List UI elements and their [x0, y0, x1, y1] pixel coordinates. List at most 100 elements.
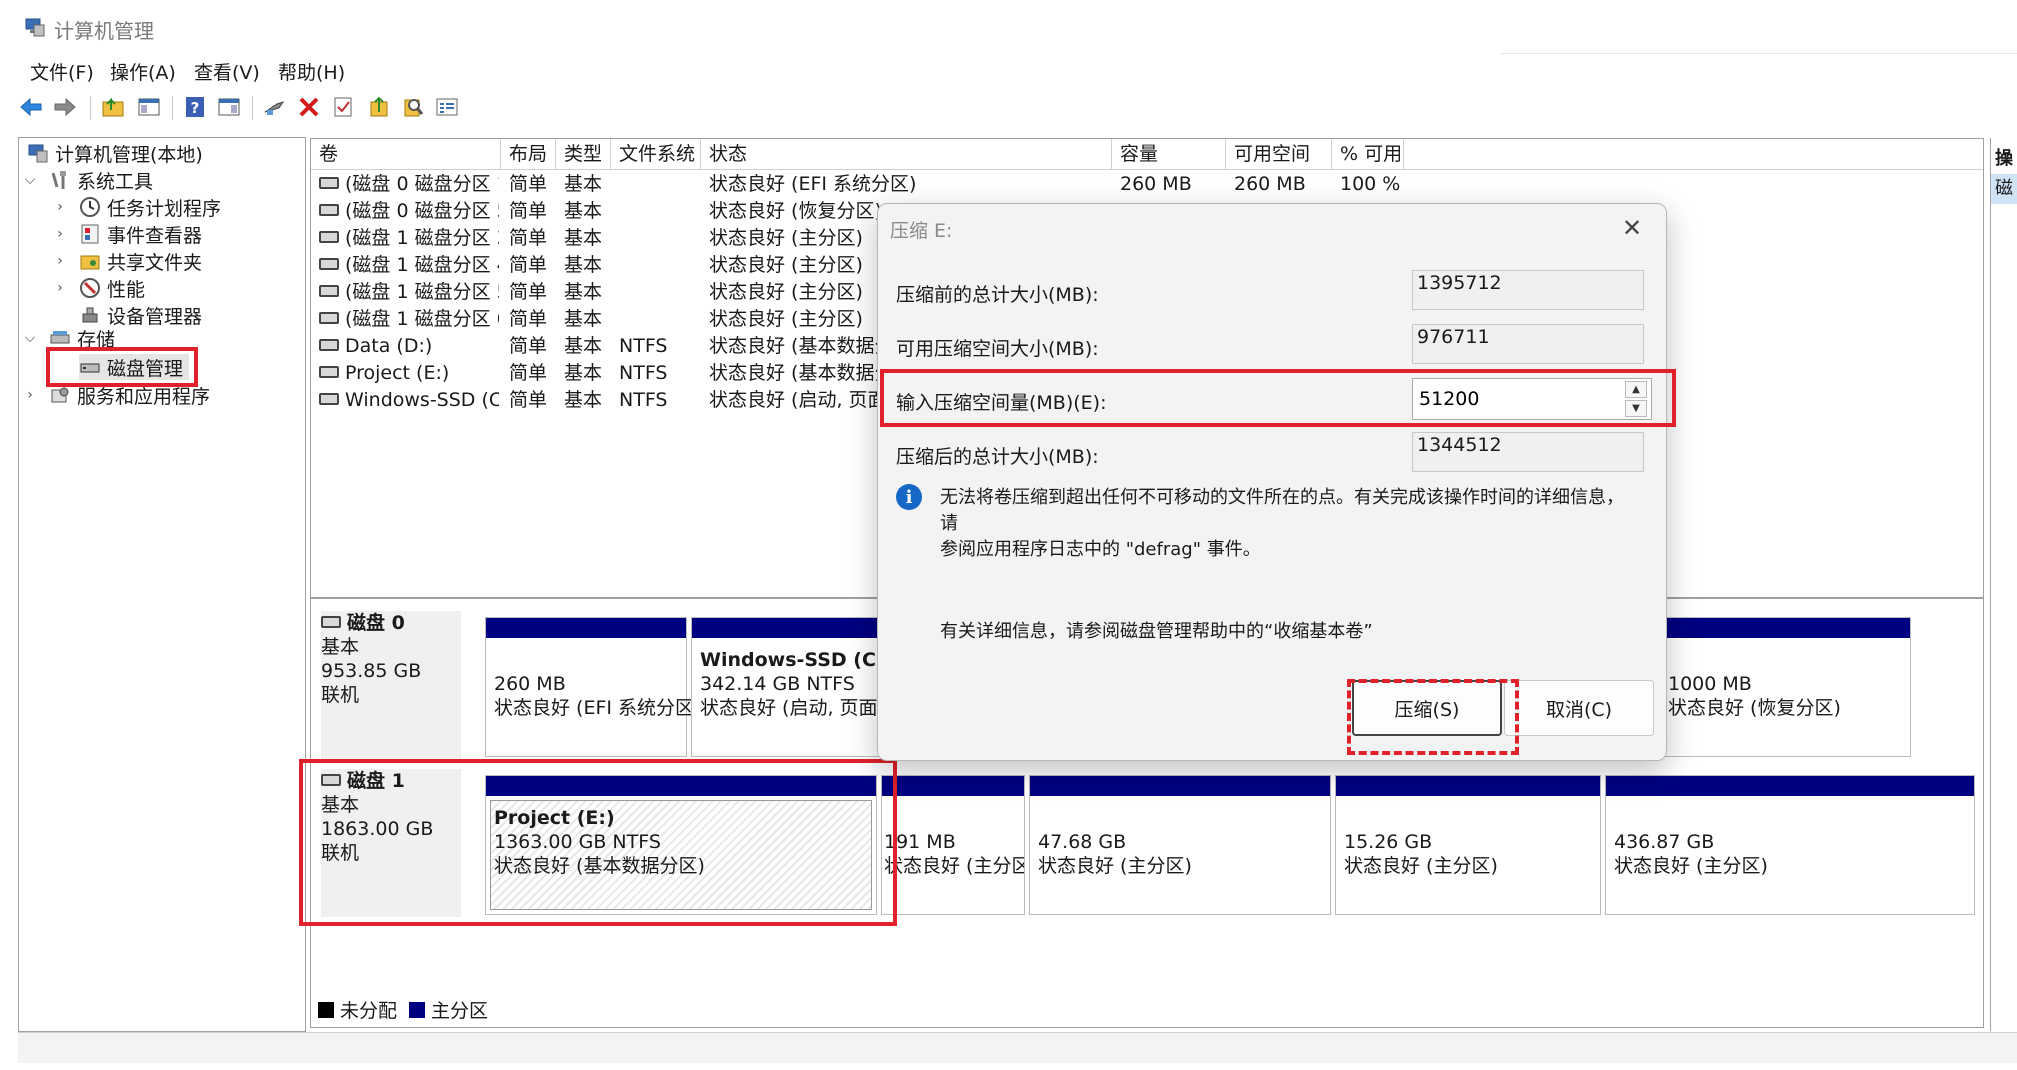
volume-value-capacity: 260 MB — [1120, 173, 1192, 195]
chevron-right-icon[interactable]: › — [53, 280, 67, 296]
volume-cell-layout: 简单 — [509, 333, 559, 360]
volume-value-status: 状态良好 (主分区) — [709, 281, 863, 303]
partition-status: 状态良好 (基本数据分区) — [494, 855, 705, 877]
disk-title: 磁盘 1 — [347, 770, 405, 792]
volume-cell-layout: 简单 — [509, 306, 559, 333]
column-header-filesystem[interactable]: 文件系统 — [611, 139, 701, 169]
chevron-right-icon[interactable]: › — [53, 253, 67, 269]
properties-icon[interactable] — [330, 94, 356, 120]
computer-management-icon — [25, 18, 45, 37]
volume-value-type: 基本 — [564, 200, 603, 222]
tree-label-device-manager: 设备管理器 — [107, 305, 203, 328]
partition-disk0-c[interactable]: Windows-SSD (C:) 342.14 GB NTFS 状态良好 (启动… — [691, 617, 897, 757]
tree-item-services[interactable]: › 服务和应用程序 — [23, 382, 210, 408]
shrink-button[interactable]: 压缩(S) — [1352, 680, 1502, 736]
list-icon[interactable] — [434, 94, 460, 120]
column-header-status[interactable]: 状态 — [701, 139, 1112, 169]
partition-status: 状态良好 (主分区) — [1344, 855, 1498, 877]
volume-cell-pct: 100 % — [1340, 171, 1410, 198]
tree-item-shared-folders[interactable]: › 共享文件夹 — [53, 248, 202, 274]
tree-item-disk-management[interactable]: 磁盘管理 — [79, 354, 190, 380]
spin-up-button[interactable]: ▲ — [1625, 381, 1647, 398]
chevron-down-icon: ▼ — [1632, 403, 1640, 414]
volume-cell-type: 基本 — [564, 387, 614, 414]
disk-kind: 基本 — [321, 794, 360, 816]
connect-icon[interactable] — [262, 94, 288, 120]
volume-cell-name: (磁盘 1 磁盘分区 4) — [319, 252, 499, 279]
toolbar: ? — [0, 92, 2017, 124]
tree-label-task-scheduler: 任务计划程序 — [107, 197, 222, 220]
tree-item-storage[interactable]: ⌵ 存储 — [23, 329, 115, 347]
disk-0-label[interactable]: 磁盘 0 基本 953.85 GB 联机 — [321, 611, 461, 759]
partition-disk1-47gb[interactable]: 47.68 GB 状态良好 (主分区) — [1029, 775, 1331, 915]
chevron-right-icon[interactable]: › — [23, 387, 37, 403]
chevron-up-icon: ▲ — [1632, 384, 1640, 395]
partition-size: 15.26 GB — [1344, 831, 1433, 853]
search-icon[interactable] — [400, 94, 426, 120]
navigation-tree: 计算机管理(本地) ⌵ 系统工具 › 任务计划程序 › 事件查看器 › 共享文件… — [18, 137, 306, 1032]
column-header-capacity[interactable]: 容量 — [1112, 139, 1226, 169]
disk-1-label[interactable]: 磁盘 1 基本 1863.00 GB 联机 — [321, 769, 461, 917]
column-header-free-space[interactable]: 可用空间 — [1226, 139, 1332, 169]
total-after-field: 1344512 — [1412, 432, 1644, 472]
drive-icon — [319, 230, 339, 243]
tree-item-performance[interactable]: › 性能 — [53, 275, 145, 301]
disk-state: 联机 — [321, 684, 360, 706]
delete-icon[interactable] — [296, 94, 322, 120]
partition-disk0-efi[interactable]: 260 MB 状态良好 (EFI 系统分区 — [485, 617, 694, 757]
menu-file[interactable]: 文件(F) — [28, 58, 96, 85]
tools-icon — [51, 171, 66, 189]
volume-value-status: 状态良好 (主分区) — [709, 308, 863, 330]
up-folder-icon[interactable] — [100, 94, 126, 120]
column-header-volume[interactable]: 卷 — [311, 139, 501, 169]
volume-cell-type: 基本 — [564, 333, 614, 360]
partition-status: 状态良好 (恢复分区) — [1668, 697, 1841, 719]
partition-disk1-e[interactable]: Project (E:) 1363.00 GB NTFS 状态良好 (基本数据分… — [485, 775, 877, 915]
action-pane-item[interactable]: 磁 — [1991, 174, 2017, 204]
menu-help[interactable]: 帮助(H) — [276, 58, 347, 85]
volume-value-free: 260 MB — [1234, 173, 1306, 195]
partition-disk0-recovery[interactable]: 1000 MB 状态良好 (恢复分区) — [1663, 617, 1911, 757]
tree-item-task-scheduler[interactable]: › 任务计划程序 — [53, 194, 221, 220]
tree-item-event-viewer[interactable]: › 事件查看器 — [53, 221, 202, 247]
column-header-layout[interactable]: 布局 — [501, 139, 556, 169]
chevron-right-icon[interactable]: › — [53, 226, 67, 242]
chevron-down-icon[interactable]: ⌵ — [23, 330, 37, 346]
partition-disk1-191mb[interactable]: 191 MB 状态良好 (主分区 — [881, 775, 1025, 915]
back-icon[interactable] — [18, 94, 44, 120]
tree-item-device-manager[interactable]: 设备管理器 — [79, 302, 202, 328]
shrink-amount-input[interactable] — [1417, 383, 1621, 415]
shrink-amount-stepper: ▲ ▼ — [1412, 378, 1652, 420]
tree-label-services: 服务和应用程序 — [77, 385, 211, 408]
cancel-button[interactable]: 取消(C) — [1504, 680, 1654, 736]
volume-cell-type: 基本 — [564, 279, 614, 306]
close-button[interactable]: ✕ — [1612, 210, 1652, 246]
show-hide-tree-icon[interactable] — [136, 94, 162, 120]
partition-disk1-15gb[interactable]: 15.26 GB 状态良好 (主分区) — [1335, 775, 1601, 915]
chevron-down-icon[interactable]: ⌵ — [23, 172, 37, 188]
toolbar-separator — [252, 96, 253, 120]
chevron-right-icon[interactable]: › — [53, 199, 67, 215]
help-icon[interactable]: ? — [182, 94, 208, 120]
tree-item-root[interactable]: 计算机管理(本地) — [27, 140, 203, 166]
storage-icon — [50, 331, 70, 344]
partition-type-bar — [1336, 776, 1600, 796]
tree-item-system-tools[interactable]: ⌵ 系统工具 — [23, 167, 153, 193]
partition-disk1-436gb[interactable]: 436.87 GB 状态良好 (主分区) — [1605, 775, 1975, 915]
column-header-percent-free[interactable]: % 可用 — [1332, 139, 1404, 169]
volume-value-type: 基本 — [564, 308, 603, 330]
export-icon[interactable] — [366, 94, 392, 120]
spin-down-button[interactable]: ▼ — [1625, 400, 1647, 417]
partition-size: 342.14 GB NTFS — [700, 673, 855, 695]
volume-row[interactable]: (磁盘 0 磁盘分区 1) 简单基本 状态良好 (EFI 系统分区) 260 MB 26… — [311, 171, 1983, 198]
forward-icon[interactable] — [52, 94, 78, 120]
tree-label-performance: 性能 — [107, 278, 146, 301]
volume-cell-layout: 简单 — [509, 198, 559, 225]
volume-value-fs: NTFS — [619, 362, 668, 384]
menu-action[interactable]: 操作(A) — [108, 58, 178, 85]
volume-value-layout: 简单 — [509, 200, 548, 222]
menu-view[interactable]: 查看(V) — [192, 58, 262, 85]
column-header-type[interactable]: 类型 — [556, 139, 611, 169]
show-hide-action-icon[interactable] — [216, 94, 242, 120]
shrink-amount-label: 输入压缩空间量(MB)(E): — [896, 392, 1107, 414]
